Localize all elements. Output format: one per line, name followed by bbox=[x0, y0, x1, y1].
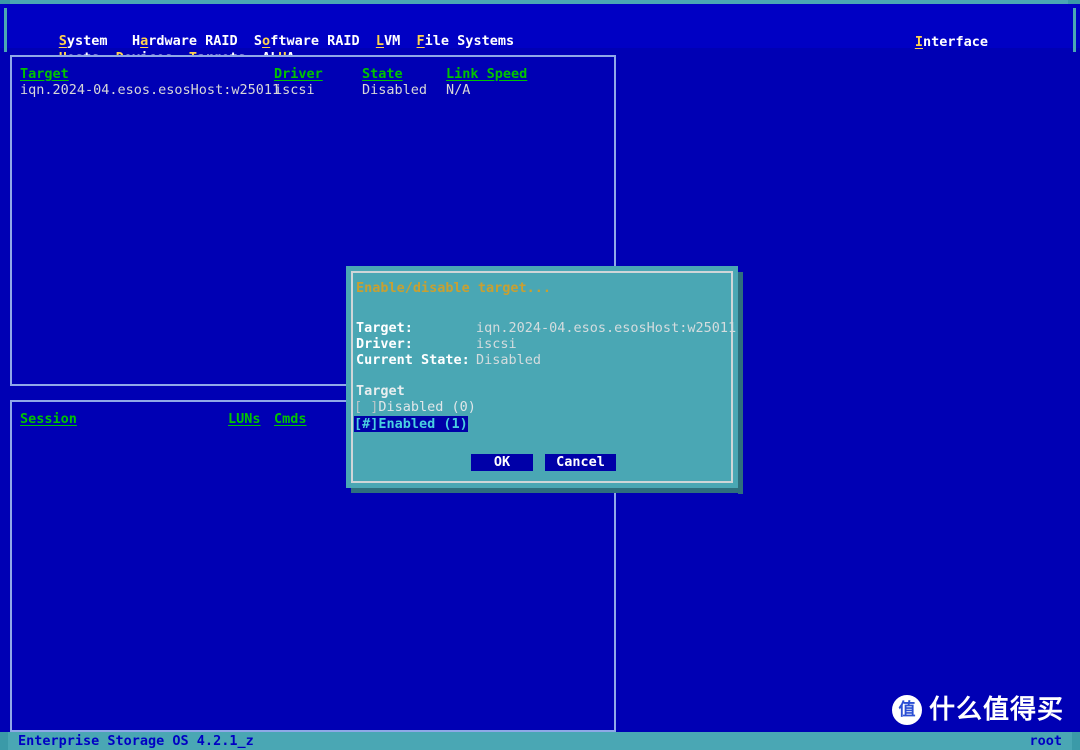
radio-marker-enabled: [#] bbox=[354, 416, 379, 432]
dialog-value-current-state: Disabled bbox=[476, 352, 542, 368]
target-column-header-target: Target bbox=[20, 66, 69, 82]
menu-bar-right-edge bbox=[1073, 8, 1076, 52]
menu-bar: System Hardware RAID Software RAID LVM F… bbox=[0, 4, 1080, 66]
status-user-text: root bbox=[1029, 733, 1062, 749]
radio-option-enabled[interactable]: [#]Enabled (1) bbox=[354, 416, 468, 433]
target-column-header-link-speed: Link Speed bbox=[446, 66, 528, 82]
dialog-label-driver: Driver: bbox=[356, 336, 413, 352]
menu-bar-left-edge bbox=[4, 8, 7, 52]
menu-hotkey-file-systems: F bbox=[416, 33, 425, 49]
radio-option-disabled[interactable]: [ ]Disabled (0) bbox=[354, 399, 476, 416]
session-column-header-luns: LUNs bbox=[228, 411, 261, 427]
menu-label-interface: nterface bbox=[922, 34, 988, 50]
radio-marker-disabled: [ ] bbox=[354, 399, 379, 415]
dialog-label-current-state: Current State: bbox=[356, 352, 470, 368]
dialog-label-target: Target: bbox=[356, 320, 413, 336]
session-column-header-cmds: Cmds bbox=[274, 411, 307, 427]
watermark-text: 什么值得买 bbox=[928, 695, 1064, 725]
menu-item-lvm[interactable]: LVM bbox=[376, 33, 400, 49]
status-version-text: Enterprise Storage OS 4.2.1_z bbox=[18, 733, 254, 749]
ok-button[interactable]: OK bbox=[471, 454, 533, 471]
session-column-header-session: Session bbox=[20, 411, 77, 427]
cancel-button[interactable]: Cancel bbox=[545, 454, 616, 471]
dialog-title: Enable/disable target... bbox=[356, 280, 552, 296]
target-row-target[interactable]: iqn.2024-04.esos.esosHost:w25011 bbox=[20, 82, 280, 98]
watermark: 值 什么值得买 bbox=[888, 688, 1072, 732]
dialog-value-target: iqn.2024-04.esos.esosHost:w25011 bbox=[476, 320, 737, 336]
radio-label-disabled: Disabled (0) bbox=[378, 399, 476, 415]
watermark-logo-icon: 值 bbox=[891, 695, 922, 725]
terminal-screen: System Hardware RAID Software RAID LVM F… bbox=[0, 0, 1080, 750]
radio-label-enabled: Enabled (1) bbox=[378, 416, 468, 432]
enable-disable-target-dialog[interactable]: Enable/disable target... Target: iqn.202… bbox=[346, 266, 738, 488]
dialog-inner-border bbox=[351, 271, 733, 483]
dialog-radio-group-label: Target bbox=[356, 383, 405, 399]
status-bar-left-edge bbox=[0, 732, 8, 750]
dialog-value-driver: iscsi bbox=[476, 336, 517, 352]
target-column-header-state: State bbox=[362, 66, 403, 82]
menu-item-file-systems[interactable]: File Systems bbox=[417, 33, 515, 49]
target-column-header-driver: Driver bbox=[274, 66, 323, 82]
target-row-driver: iscsi bbox=[274, 82, 315, 98]
menu-label-file-systems: ile Systems bbox=[424, 33, 515, 49]
menu-item-interface[interactable]: Interface bbox=[915, 34, 988, 54]
menu-label-lvm: VM bbox=[384, 33, 401, 49]
target-row-link-speed: N/A bbox=[446, 82, 471, 98]
menu-row-secondary: Hosts Devices Targets ALUA bbox=[10, 34, 295, 66]
status-bar-right-edge bbox=[1072, 732, 1080, 750]
target-row-state: Disabled bbox=[362, 82, 428, 98]
menu-gap-3 bbox=[360, 33, 376, 49]
menu-gap-4 bbox=[400, 33, 416, 49]
menu-hotkey-interface: I bbox=[914, 34, 923, 50]
dialog-shadow-bottom bbox=[351, 488, 743, 493]
dialog-shadow-right bbox=[738, 272, 743, 494]
menu-hotkey-lvm: L bbox=[375, 33, 384, 49]
